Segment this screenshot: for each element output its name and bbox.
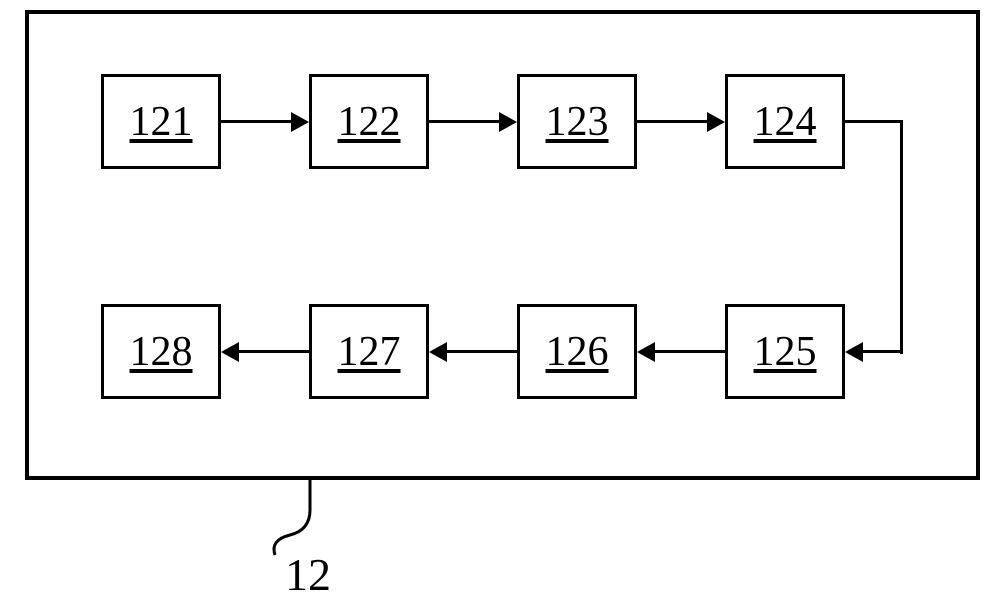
block-125: 125 [725,304,845,399]
block-126-label: 126 [546,328,609,376]
arrow-124-125-vert [900,120,903,354]
block-127-label: 127 [338,328,401,376]
block-128-label: 128 [130,328,193,376]
block-126: 126 [517,304,637,399]
arrow-127-128 [237,350,309,353]
block-124: 124 [725,74,845,169]
block-122-label: 122 [338,98,401,146]
arrow-125-126 [653,350,725,353]
block-123-label: 123 [546,98,609,146]
arrow-123-124 [637,120,709,123]
arrowhead-122-123 [499,112,517,132]
arrow-126-127 [445,350,517,353]
arrowhead-124-125 [845,342,863,362]
arrowhead-123-124 [707,112,725,132]
block-128: 128 [101,304,221,399]
arrow-122-123 [429,120,501,123]
block-123: 123 [517,74,637,169]
block-121-label: 121 [130,98,193,146]
arrowhead-121-122 [291,112,309,132]
block-127: 127 [309,304,429,399]
block-121: 121 [101,74,221,169]
block-125-label: 125 [754,328,817,376]
block-124-label: 124 [754,98,817,146]
arrow-121-122 [221,120,293,123]
block-122: 122 [309,74,429,169]
arrow-124-right [845,120,903,123]
arrowhead-126-127 [429,342,447,362]
diagram-outer-frame: 121 122 123 124 128 127 126 125 [25,10,980,480]
reference-label-12: 12 [285,548,331,601]
arrowhead-127-128 [221,342,239,362]
arrow-125-left-in [862,350,903,353]
arrowhead-125-126 [637,342,655,362]
